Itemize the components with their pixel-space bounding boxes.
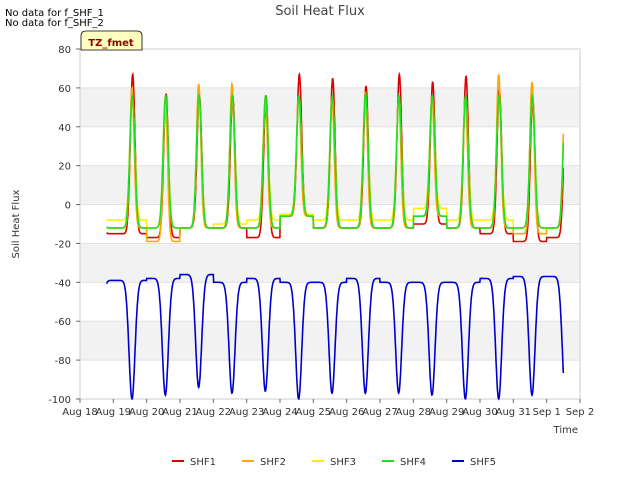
- x-tick-label: Aug 20: [129, 407, 164, 418]
- y-tick-label: -80: [55, 356, 71, 367]
- legend-label: SHF3: [330, 457, 356, 468]
- x-tick-label: Aug 29: [429, 407, 464, 418]
- x-tick-label: Aug 28: [396, 407, 431, 418]
- y-tick-label: 60: [58, 84, 71, 95]
- x-axis: Aug 18Aug 19Aug 20Aug 21Aug 22Aug 23Aug …: [62, 399, 594, 418]
- legend-label: SHF1: [190, 457, 216, 468]
- x-tick-label: Aug 21: [162, 407, 197, 418]
- y-tick-label: -40: [55, 278, 71, 289]
- legend: SHF1 SHF2 SHF3 SHF4 SHF5: [172, 457, 496, 468]
- x-tick-label: Aug 25: [296, 407, 331, 418]
- x-tick-label: Aug 24: [262, 407, 297, 418]
- y-tick-label: -20: [55, 239, 71, 250]
- annotation-text: TZ_fmet: [88, 38, 134, 49]
- chart: -100-80-60-40-20020406080 Aug 18Aug 19Au…: [11, 4, 594, 468]
- legend-label: SHF2: [260, 457, 286, 468]
- x-tick-label: Aug 18: [62, 407, 97, 418]
- x-tick-label: Sep 1: [532, 407, 560, 418]
- x-tick-label: Aug 26: [329, 407, 364, 418]
- y-axis-label: Soil Heat Flux: [11, 189, 22, 258]
- y-tick-label: -60: [55, 317, 71, 328]
- legend-label: SHF5: [470, 457, 496, 468]
- no-data-note-2: No data for f_SHF_2: [5, 18, 104, 29]
- y-tick-label: 40: [58, 123, 71, 134]
- x-axis-label: Time: [553, 425, 578, 436]
- x-tick-label: Aug 30: [462, 407, 497, 418]
- legend-label: SHF4: [400, 457, 426, 468]
- y-tick-label: 0: [65, 201, 71, 212]
- x-tick-label: Sep 2: [566, 407, 594, 418]
- x-tick-label: Aug 19: [96, 407, 131, 418]
- x-tick-label: Aug 22: [196, 407, 231, 418]
- y-tick-label: -100: [48, 395, 71, 406]
- grid-band: [80, 49, 580, 88]
- x-tick-label: Aug 27: [362, 407, 397, 418]
- chart-title: Soil Heat Flux: [275, 4, 365, 19]
- y-tick-label: 80: [58, 45, 71, 56]
- x-tick-label: Aug 23: [229, 407, 264, 418]
- annotation-box: TZ_fmet: [80, 30, 143, 51]
- grid-band: [80, 243, 580, 283]
- x-tick-label: Aug 31: [496, 407, 531, 418]
- y-tick-label: 20: [58, 162, 71, 173]
- y-axis: -100 -80 -60 -40 -20 0 20 40 60 80: [48, 45, 80, 406]
